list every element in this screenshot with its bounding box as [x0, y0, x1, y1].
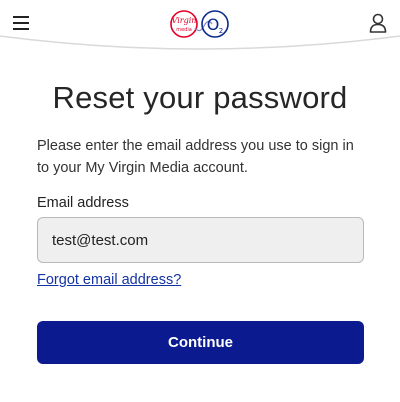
- intro-text: Please enter the email address you use t…: [37, 138, 354, 176]
- menu-button[interactable]: [10, 12, 32, 34]
- virgin-logo-text: Virgin: [172, 16, 197, 25]
- account-button[interactable]: [366, 11, 390, 35]
- logo-graphic: Virgin media O 2: [170, 10, 229, 38]
- forgot-email-link[interactable]: Forgot email address?: [37, 272, 181, 288]
- virgin-media-o2-logo[interactable]: Virgin media O 2: [168, 6, 232, 42]
- page-title: Reset your password: [52, 80, 348, 115]
- reset-password-page: Virgin media O 2 Reset your password Ple…: [0, 0, 400, 402]
- o2-logo-text: O: [207, 15, 220, 34]
- o2-logo-subscript: 2: [219, 27, 223, 35]
- header: Virgin media O 2: [0, 0, 400, 50]
- media-logo-text: media: [176, 27, 192, 33]
- email-field-label: Email address: [37, 195, 129, 211]
- continue-button[interactable]: Continue: [37, 321, 364, 364]
- user-account-icon: [369, 13, 387, 33]
- email-field[interactable]: [37, 217, 364, 263]
- hamburger-menu-icon: [13, 16, 29, 30]
